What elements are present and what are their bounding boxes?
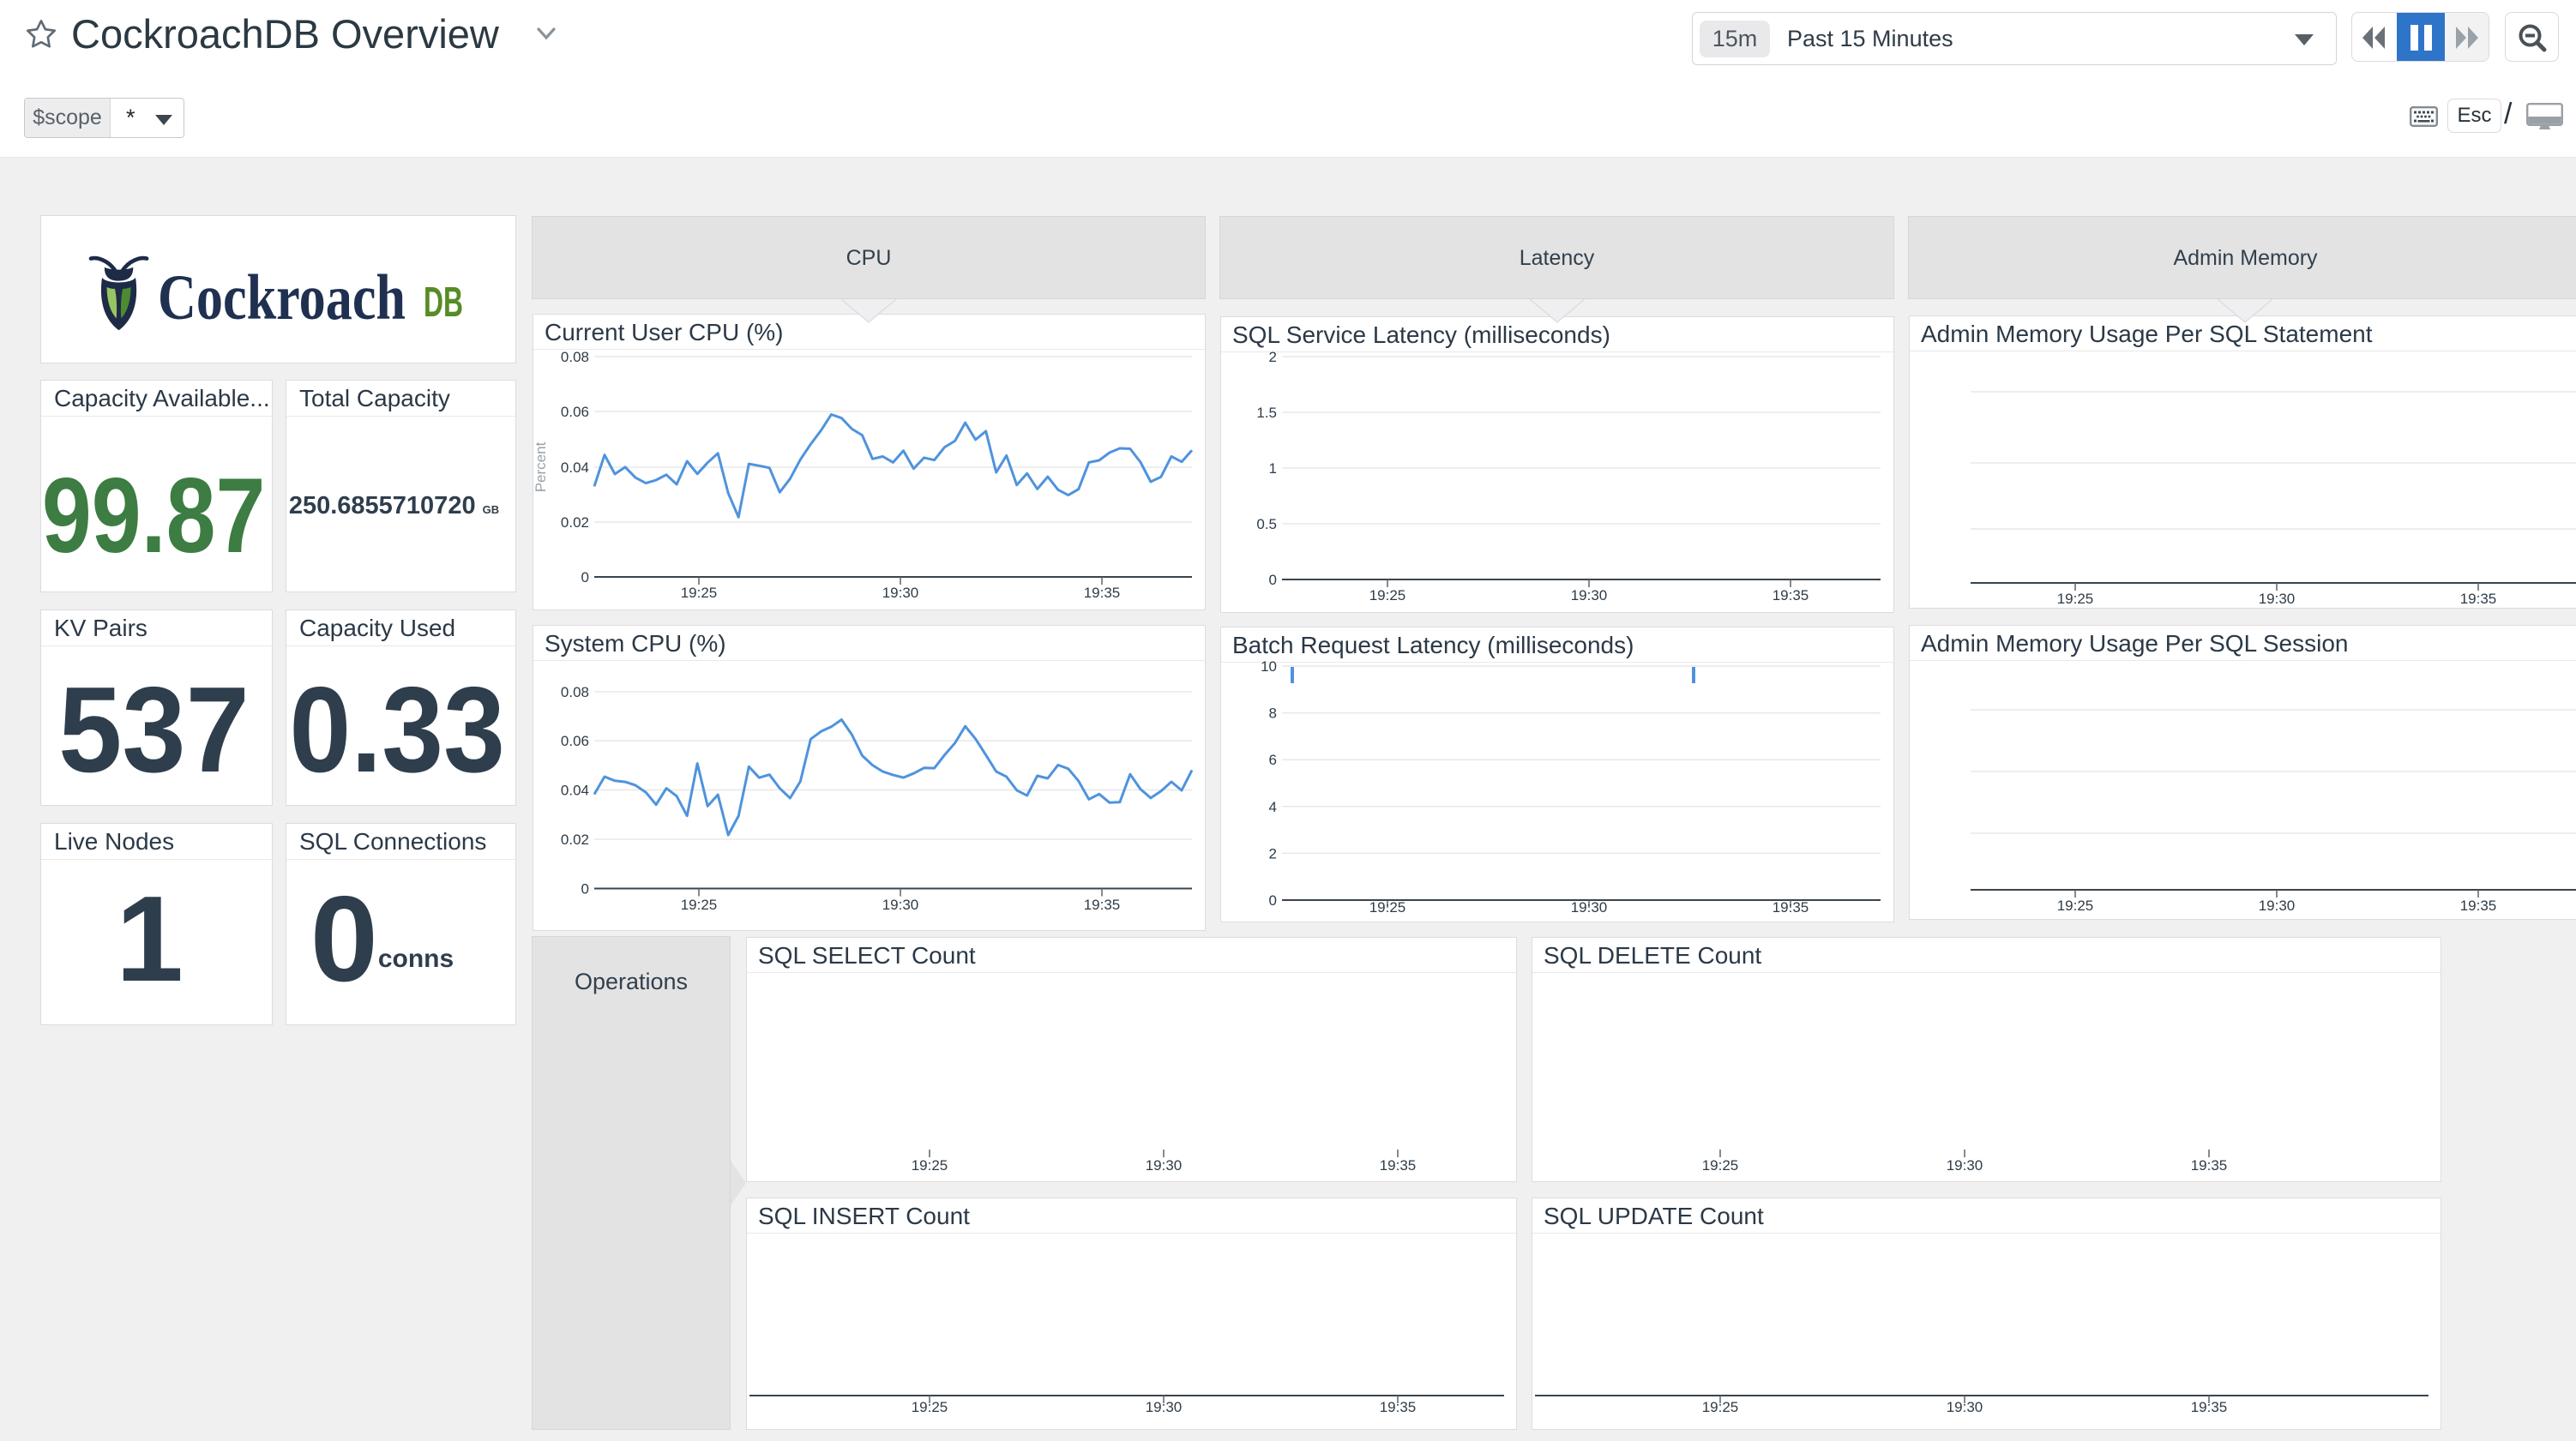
svg-text:0.04: 0.04 — [561, 783, 589, 799]
svg-text:Percent: Percent — [533, 441, 549, 492]
svg-text:0.08: 0.08 — [561, 684, 589, 700]
svg-text:19:35: 19:35 — [1380, 1399, 1417, 1415]
svg-text:4: 4 — [1269, 799, 1277, 815]
svg-text:19:30: 19:30 — [2259, 591, 2296, 607]
svg-text:2: 2 — [1269, 845, 1277, 862]
svg-text:19:30: 19:30 — [1571, 899, 1608, 916]
svg-text:19:30: 19:30 — [2259, 898, 2296, 914]
svg-text:19:30: 19:30 — [882, 897, 919, 913]
svg-text:19:25: 19:25 — [2057, 898, 2094, 914]
svg-text:19:30: 19:30 — [1947, 1157, 1983, 1174]
svg-text:19:25: 19:25 — [912, 1157, 948, 1174]
svg-text:Cockroach: Cockroach — [158, 262, 406, 333]
svg-text:0.02: 0.02 — [561, 832, 589, 848]
svg-text:19:35: 19:35 — [1084, 585, 1121, 601]
svg-text:19:25: 19:25 — [1369, 899, 1406, 916]
svg-text:19:30: 19:30 — [1947, 1399, 1983, 1415]
svg-text:0.06: 0.06 — [561, 404, 589, 420]
svg-text:0: 0 — [1269, 572, 1277, 588]
svg-text:0.08: 0.08 — [561, 349, 589, 365]
svg-text:8: 8 — [1269, 705, 1277, 722]
svg-text:19:35: 19:35 — [2460, 898, 2497, 914]
svg-text:19:25: 19:25 — [1369, 587, 1406, 603]
svg-text:19:30: 19:30 — [1146, 1157, 1183, 1174]
svg-text:19:25: 19:25 — [912, 1399, 948, 1415]
svg-text:19:35: 19:35 — [1773, 899, 1809, 916]
svg-text:DB: DB — [424, 279, 463, 326]
svg-text:19:35: 19:35 — [1084, 897, 1121, 913]
svg-text:19:25: 19:25 — [2057, 591, 2094, 607]
svg-text:0.02: 0.02 — [561, 514, 589, 531]
svg-text:19:30: 19:30 — [882, 585, 919, 601]
svg-text:2: 2 — [1269, 349, 1277, 365]
svg-text:19:25: 19:25 — [681, 585, 718, 601]
svg-text:19:25: 19:25 — [1702, 1399, 1739, 1415]
svg-text:19:35: 19:35 — [1773, 587, 1809, 603]
svg-text:0.04: 0.04 — [561, 459, 589, 476]
svg-text:0.5: 0.5 — [1256, 516, 1277, 532]
svg-text:19:25: 19:25 — [681, 897, 718, 913]
svg-text:6: 6 — [1269, 752, 1277, 768]
svg-text:19:35: 19:35 — [2191, 1399, 2228, 1415]
svg-text:0: 0 — [581, 569, 589, 585]
svg-text:19:35: 19:35 — [1380, 1157, 1417, 1174]
svg-text:0: 0 — [1269, 892, 1277, 909]
svg-text:19:35: 19:35 — [2191, 1157, 2228, 1174]
svg-text:1.5: 1.5 — [1256, 405, 1277, 421]
svg-text:0.06: 0.06 — [561, 733, 589, 749]
svg-text:0: 0 — [581, 881, 589, 898]
svg-text:1: 1 — [1269, 460, 1277, 477]
svg-text:19:30: 19:30 — [1571, 587, 1608, 603]
svg-text:19:25: 19:25 — [1702, 1157, 1739, 1174]
svg-text:10: 10 — [1261, 658, 1277, 675]
svg-text:19:30: 19:30 — [1146, 1399, 1183, 1415]
svg-text:19:35: 19:35 — [2460, 591, 2497, 607]
